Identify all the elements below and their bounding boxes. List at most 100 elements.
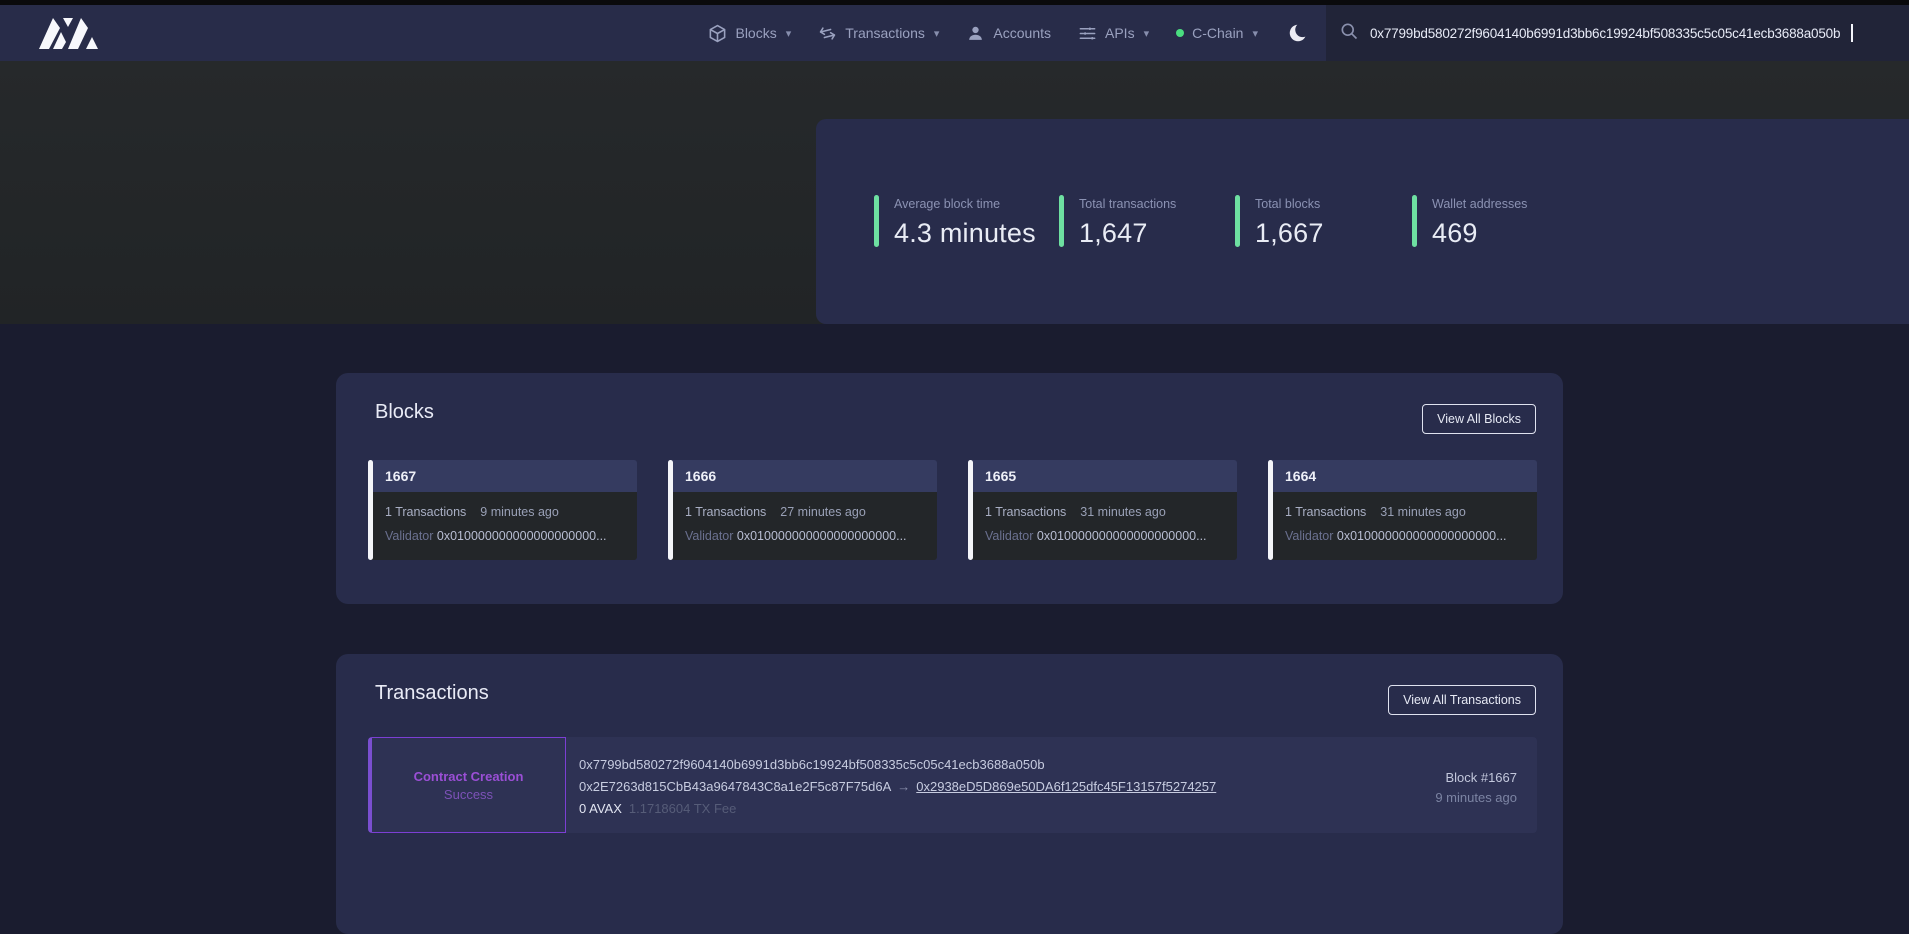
top-strip bbox=[0, 0, 1909, 5]
block-age: 31 minutes ago bbox=[1380, 505, 1465, 519]
nav-apis[interactable]: APIs ▾ bbox=[1078, 24, 1149, 43]
view-all-blocks-button[interactable]: View All Blocks bbox=[1422, 404, 1536, 434]
block-age: 31 minutes ago bbox=[1080, 505, 1165, 519]
nav-chain-selector[interactable]: C-Chain ▾ bbox=[1176, 25, 1258, 41]
hero-section: Average block time 4.3 minutes Total tra… bbox=[0, 61, 1909, 324]
search-input[interactable]: 0x7799bd580272f9604140b6991d3bb6c19924bf… bbox=[1370, 26, 1840, 41]
validator-label: Validator bbox=[985, 529, 1033, 543]
stat-accent-bar bbox=[874, 195, 879, 247]
chain-status-dot bbox=[1176, 29, 1184, 37]
nav-blocks[interactable]: Blocks ▾ bbox=[708, 24, 791, 43]
stat-label: Average block time bbox=[894, 195, 1036, 211]
chevron-down-icon: ▾ bbox=[934, 27, 940, 40]
block-tx-count: 1 Transactions bbox=[1285, 505, 1366, 519]
validator-label: Validator bbox=[1285, 529, 1333, 543]
block-card[interactable]: 1666 1 Transactions 27 minutes ago Valida… bbox=[668, 460, 937, 560]
block-age: 27 minutes ago bbox=[780, 505, 865, 519]
navbar: Blocks ▾ Transactions ▾ Accounts APIs ▾ bbox=[0, 5, 1909, 61]
nav-items: Blocks ▾ Transactions ▾ Accounts APIs ▾ bbox=[708, 5, 1309, 61]
transaction-block-link[interactable]: Block #1667 bbox=[1435, 768, 1517, 788]
cube-icon bbox=[708, 24, 727, 43]
block-number[interactable]: 1664 bbox=[1272, 460, 1537, 492]
transaction-hash[interactable]: 0x7799bd580272f9604140b6991d3bb6c19924bf… bbox=[579, 754, 1216, 776]
nav-transactions-label: Transactions bbox=[845, 25, 925, 41]
nav-transactions[interactable]: Transactions ▾ bbox=[818, 24, 939, 43]
view-all-transactions-button[interactable]: View All Transactions bbox=[1388, 685, 1536, 715]
blocks-section-header: Blocks View All Blocks bbox=[336, 373, 1563, 445]
search-bar[interactable]: 0x7799bd580272f9604140b6991d3bb6c19924bf… bbox=[1326, 5, 1909, 61]
stat-total-blocks: Total blocks 1,667 bbox=[1235, 195, 1324, 249]
block-cards: 1667 1 Transactions 9 minutes ago Validat… bbox=[368, 460, 1537, 560]
card-accent-bar bbox=[968, 460, 973, 560]
swap-arrows-icon bbox=[816, 21, 839, 44]
blocks-section: Blocks View All Blocks 1667 1 Transactio… bbox=[336, 373, 1563, 604]
person-icon bbox=[966, 24, 985, 43]
transaction-to-address[interactable]: 0x2938eD5D869e50DA6f125dfc45F13157f52742… bbox=[916, 779, 1216, 794]
block-card-body: 1 Transactions 9 minutes ago Validator 0x… bbox=[372, 492, 637, 560]
stat-value: 469 bbox=[1432, 218, 1527, 249]
text-caret bbox=[1851, 24, 1853, 42]
chevron-down-icon: ▾ bbox=[786, 27, 792, 40]
block-card-body: 1 Transactions 31 minutes ago Validator 0… bbox=[972, 492, 1237, 560]
card-accent-bar bbox=[368, 460, 373, 560]
transactions-section-header: Transactions View All Transactions bbox=[336, 654, 1563, 726]
stat-accent-bar bbox=[1412, 195, 1417, 247]
chevron-down-icon: ▾ bbox=[1252, 27, 1258, 40]
nav-apis-label: APIs bbox=[1105, 25, 1135, 41]
transaction-details: 0x7799bd580272f9604140b6991d3bb6c19924bf… bbox=[579, 754, 1216, 820]
block-card[interactable]: 1667 1 Transactions 9 minutes ago Validat… bbox=[368, 460, 637, 560]
stat-label: Total transactions bbox=[1079, 195, 1176, 211]
card-accent-bar bbox=[668, 460, 673, 560]
nav-chain-label: C-Chain bbox=[1192, 25, 1243, 41]
nav-blocks-label: Blocks bbox=[735, 25, 776, 41]
blocks-title: Blocks bbox=[375, 401, 434, 424]
arrow-right-icon: → bbox=[891, 779, 916, 794]
avalanche-logo-icon bbox=[36, 15, 102, 51]
transaction-fee: 1.1718604 TX Fee bbox=[629, 801, 736, 816]
card-accent-bar bbox=[1268, 460, 1273, 560]
block-card-body: 1 Transactions27 minutes ago Validator 0… bbox=[672, 492, 937, 560]
block-tx-count: 1 Transactions bbox=[985, 505, 1066, 519]
block-number[interactable]: 1665 bbox=[972, 460, 1237, 492]
validator-address: 0x010000000000000000000... bbox=[1037, 529, 1207, 543]
transaction-from-address[interactable]: 0x2E7263d815CbB43a9647843C8a1e2F5c87F75d… bbox=[579, 779, 891, 794]
validator-address: 0x010000000000000000000... bbox=[437, 529, 607, 543]
nav-accounts[interactable]: Accounts bbox=[966, 24, 1051, 43]
nav-accounts-label: Accounts bbox=[993, 25, 1051, 41]
block-age: 9 minutes ago bbox=[480, 505, 559, 519]
transaction-amount: 0 AVAX bbox=[579, 801, 622, 816]
transaction-type: Contract Creation bbox=[414, 769, 524, 784]
dark-mode-toggle[interactable] bbox=[1287, 22, 1309, 44]
stat-accent-bar bbox=[1235, 195, 1240, 247]
transaction-row[interactable]: Contract Creation Success 0x7799bd580272… bbox=[368, 737, 1537, 833]
stat-accent-bar bbox=[1059, 195, 1064, 247]
transaction-status: Success bbox=[444, 787, 493, 802]
stat-wallet-addresses: Wallet addresses 469 bbox=[1412, 195, 1527, 249]
block-card[interactable]: 1665 1 Transactions 31 minutes ago Valida… bbox=[968, 460, 1237, 560]
transactions-title: Transactions bbox=[375, 682, 489, 705]
stat-total-transactions: Total transactions 1,647 bbox=[1059, 195, 1176, 249]
transaction-meta: Block #1667 9 minutes ago bbox=[1435, 768, 1517, 808]
block-tx-count: 1 Transactions bbox=[385, 505, 466, 519]
search-icon bbox=[1339, 21, 1359, 46]
transaction-type-badge: Contract Creation Success bbox=[368, 737, 566, 833]
block-number[interactable]: 1667 bbox=[372, 460, 637, 492]
stat-value: 4.3 minutes bbox=[894, 218, 1036, 249]
stat-label: Wallet addresses bbox=[1432, 195, 1527, 211]
validator-label: Validator bbox=[685, 529, 733, 543]
avalanche-logo[interactable] bbox=[36, 15, 102, 51]
block-tx-count: 1 Transactions bbox=[685, 505, 766, 519]
block-card-body: 1 Transactions31 minutes ago Validator 0… bbox=[1272, 492, 1537, 560]
chevron-down-icon: ▾ bbox=[1144, 27, 1150, 40]
moon-icon bbox=[1287, 22, 1309, 44]
transactions-section: Transactions View All Transactions Contr… bbox=[336, 654, 1563, 934]
stat-label: Total blocks bbox=[1255, 195, 1324, 211]
transaction-age: 9 minutes ago bbox=[1435, 788, 1517, 808]
validator-label: Validator bbox=[385, 529, 433, 543]
block-number[interactable]: 1666 bbox=[672, 460, 937, 492]
stat-value: 1,647 bbox=[1079, 218, 1176, 249]
stat-average-block-time: Average block time 4.3 minutes bbox=[874, 195, 1036, 249]
stat-value: 1,667 bbox=[1255, 218, 1324, 249]
block-card[interactable]: 1664 1 Transactions 31 minutes ago Valida… bbox=[1268, 460, 1537, 560]
sliders-icon bbox=[1078, 24, 1097, 43]
